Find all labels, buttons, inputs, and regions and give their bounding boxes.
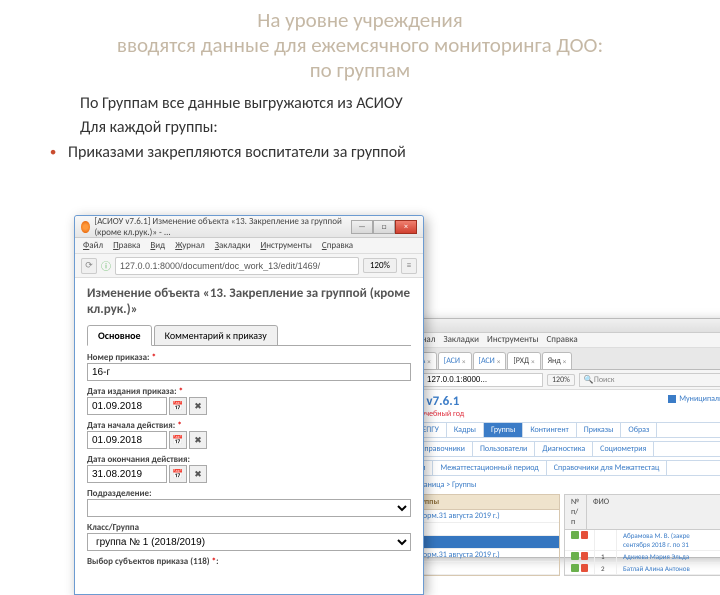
slide-line-1: По Группам все данные выгружаются из АСИ…: [80, 94, 700, 115]
menu-item[interactable]: Закладки: [443, 334, 479, 346]
table-header: № п/п ФИО: [565, 495, 720, 530]
clear-icon[interactable]: ✖: [189, 431, 207, 449]
slide-bullet-1: Приказами закрепляются воспитатели за гр…: [68, 143, 700, 162]
browser-tab[interactable]: [РХД×: [507, 352, 540, 369]
input-start-date[interactable]: [87, 431, 167, 449]
edit-icon[interactable]: [571, 552, 579, 560]
nav-tertiary: ттестации Межаттестационный период Справ…: [385, 460, 720, 476]
browser-window-front: [АСИОУ v7.6.1] Изменение объекта «13. За…: [74, 215, 424, 595]
close-icon[interactable]: ×: [563, 357, 567, 366]
close-icon[interactable]: ×: [531, 357, 535, 366]
input-order-number[interactable]: [87, 363, 411, 381]
delete-icon[interactable]: [581, 552, 589, 560]
calendar-icon[interactable]: 📅: [169, 465, 187, 483]
tab-main[interactable]: Основное: [87, 325, 152, 346]
nav-item[interactable]: Приказы: [577, 423, 622, 437]
nav-secondary: исы Справочники Пользователи Диагностика…: [385, 441, 720, 457]
menu-item[interactable]: Журнал: [175, 240, 205, 251]
firefox-icon: [81, 221, 90, 233]
lock-icon: ⓘ: [101, 258, 111, 273]
org-icon: [668, 395, 676, 403]
zoom-level[interactable]: 120%: [363, 258, 397, 273]
titlebar[interactable]: [АСИОУ v7.6.1] Изменение объекта «13. За…: [75, 216, 423, 238]
clear-icon[interactable]: ✖: [189, 465, 207, 483]
close-button[interactable]: ×: [395, 220, 417, 234]
menu-bar[interactable]: Вид Журнал Закладки Инструменты Справка: [377, 333, 720, 348]
breadcrumb[interactable]: Главная страница > Группы: [385, 480, 720, 490]
browser-tab[interactable]: [АСИ×: [438, 352, 472, 369]
nav-item[interactable]: Пользователи: [473, 442, 535, 456]
page-title: Изменение объекта «13. Закрепление за гр…: [87, 286, 411, 317]
input-end-date[interactable]: [87, 465, 167, 483]
tab-comment[interactable]: Комментарий к приказу: [154, 325, 278, 345]
edit-icon[interactable]: [571, 564, 579, 572]
browser-tab[interactable]: [АСИ×: [473, 352, 507, 369]
menu-item[interactable]: Справка: [546, 334, 577, 346]
delete-icon[interactable]: [581, 564, 589, 572]
nav-primary: Работа с ЕПГУ Кадры Группы Контингент Пр…: [385, 422, 720, 438]
select-department[interactable]: [87, 499, 411, 517]
menu-item[interactable]: Инструменты: [260, 240, 311, 251]
close-icon[interactable]: ×: [462, 357, 466, 366]
label-department: Подразделение:: [87, 488, 411, 499]
menu-item[interactable]: Инструменты: [487, 334, 538, 346]
titlebar[interactable]: [377, 319, 720, 333]
browser-tab[interactable]: Янд×: [542, 352, 573, 369]
menu-bar[interactable]: Файл Правка Вид Журнал Закладки Инструме…: [75, 238, 423, 254]
reload-icon[interactable]: ⟳: [81, 258, 97, 274]
label-class: Класс/Группа: [87, 522, 411, 533]
maximize-button[interactable]: □: [373, 220, 395, 234]
slide-line-2: Для каждой группы:: [80, 118, 700, 139]
label-start-date: Дата начала действия: *: [87, 420, 411, 431]
nav-item[interactable]: Диагностика: [535, 442, 593, 456]
close-icon[interactable]: ×: [427, 357, 431, 366]
label-order-number: Номер приказа: *: [87, 352, 411, 363]
nav-item[interactable]: Справочники для Межаттестац: [547, 461, 668, 475]
minimize-button[interactable]: —: [351, 220, 373, 234]
close-icon[interactable]: ×: [497, 357, 501, 366]
org-link[interactable]: Муниципальное дошколь: [668, 394, 720, 404]
delete-icon[interactable]: [581, 531, 589, 539]
menu-item[interactable]: Справка: [322, 240, 353, 251]
calendar-icon[interactable]: 📅: [169, 431, 187, 449]
nav-item[interactable]: Социометрия: [593, 442, 654, 456]
table-row[interactable]: Абрамова М. В. (закре сентября 2018 г. п…: [565, 530, 720, 551]
clear-icon[interactable]: ✖: [189, 397, 207, 415]
menu-item[interactable]: Правка: [113, 240, 140, 251]
search-input[interactable]: 🔍 Поиск: [579, 373, 720, 387]
url-input[interactable]: [115, 257, 359, 275]
calendar-icon[interactable]: 📅: [169, 397, 187, 415]
slide-title: На уровне учреждения вводятся данные для…: [20, 8, 700, 84]
select-class[interactable]: группа № 1 (2018/2019): [87, 533, 411, 551]
nav-item[interactable]: Контингент: [523, 423, 576, 437]
zoom-level[interactable]: 120%: [547, 374, 575, 386]
browser-window-back: Вид Журнал Закладки Инструменты Справка …: [376, 318, 720, 558]
address-bar: ‹ › 120% 🔍 Поиск: [377, 370, 720, 390]
col-fio: ФИО: [587, 495, 720, 529]
label-subjects: Выбор субъектов приказа (118) *:: [87, 556, 411, 567]
data-table: № п/п ФИО Абрамова М. В. (закре сентября…: [564, 494, 720, 576]
nav-item[interactable]: Образ: [621, 423, 657, 437]
address-bar: ⟳ ⓘ 120% ≡: [75, 254, 423, 278]
window-title: [АСИОУ v7.6.1] Изменение объекта «13. За…: [94, 216, 351, 238]
nav-item[interactable]: Межаттестационный период: [433, 461, 546, 475]
tab-strip[interactable]: Пис× [А× [АСИ× [АСИ× [РХД× Янд×: [377, 348, 720, 370]
table-row[interactable]: 2 Батлай Алина Антонов: [565, 563, 720, 575]
edit-icon[interactable]: [571, 531, 579, 539]
url-input[interactable]: [423, 373, 543, 387]
input-issue-date[interactable]: [87, 397, 167, 415]
menu-icon[interactable]: ≡: [401, 258, 417, 274]
tab-strip: Основное Комментарий к приказу: [87, 325, 411, 346]
col-num: № п/п: [565, 495, 587, 529]
label-end-date: Дата окончания действия:: [87, 454, 411, 465]
menu-item[interactable]: Вид: [150, 240, 165, 251]
menu-item[interactable]: Файл: [83, 240, 103, 251]
nav-item-active[interactable]: Группы: [484, 423, 523, 437]
menu-item[interactable]: Закладки: [215, 240, 251, 251]
label-issue-date: Дата издания приказа: *: [87, 386, 411, 397]
nav-item[interactable]: Кадры: [447, 423, 484, 437]
table-row[interactable]: 1 Адкиева Мария Эльда: [565, 551, 720, 563]
